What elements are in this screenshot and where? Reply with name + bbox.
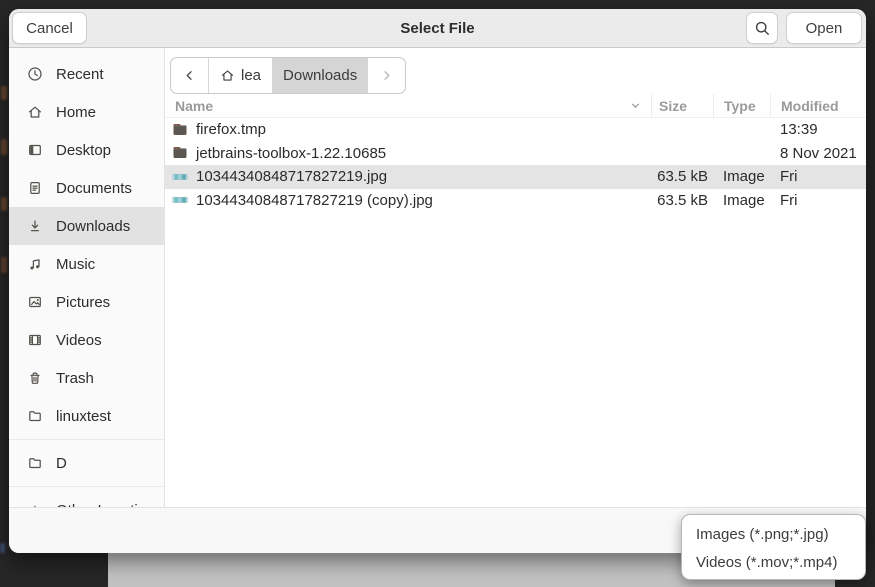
sidebar-item-music[interactable]: Music	[9, 245, 164, 283]
home-icon	[27, 104, 43, 120]
file-row-10344340848717827219-jpg[interactable]: 10344340848717827219.jpg 63.5 kB Image F…	[165, 165, 866, 189]
file-list: firefox.tmp 13:39 jetbrains-toolbox-1.22…	[165, 118, 866, 507]
dialog-title: Select File	[129, 20, 746, 37]
cancel-button[interactable]: Cancel	[12, 12, 87, 44]
music-note-icon	[27, 256, 43, 272]
document-icon	[27, 180, 43, 196]
sidebar-item-desktop[interactable]: Desktop	[9, 131, 164, 169]
sidebar-item-home[interactable]: Home	[9, 93, 164, 131]
filter-option-videos-mov-mp4[interactable]: Videos (*.mov;*.mp4)	[682, 548, 865, 576]
file-browser-pane: lea Downloads	[165, 48, 866, 507]
picture-icon	[27, 294, 43, 310]
file-name: 10344340848717827219.jpg	[196, 168, 387, 185]
sidebar-item-label: linuxtest	[56, 408, 111, 425]
headerbar: Cancel Select File Open	[9, 9, 866, 48]
file-modified: Fri	[770, 192, 866, 209]
column-label: Name	[175, 98, 213, 114]
download-icon	[27, 218, 43, 234]
breadcrumb: lea Downloads	[170, 57, 406, 94]
list-column-headers: Name Size Type Modified	[165, 94, 866, 118]
file-name: jetbrains-toolbox-1.22.10685	[196, 145, 386, 162]
open-button[interactable]: Open	[786, 12, 862, 44]
file-modified: 13:39	[770, 121, 866, 138]
breadcrumb-segment-downloads[interactable]: Downloads	[272, 58, 367, 93]
chevron-right-icon	[379, 68, 394, 83]
trash-icon	[27, 370, 43, 386]
file-row-jetbrains-toolbox-1-22-10685[interactable]: jetbrains-toolbox-1.22.10685 8 Nov 2021	[165, 142, 866, 166]
sidebar-item-linuxtest[interactable]: linuxtest	[9, 397, 164, 435]
sidebar-item-other-locations[interactable]: Other Locations	[9, 491, 164, 507]
folder-icon	[172, 122, 188, 138]
file-type: Image	[713, 192, 770, 209]
home-icon	[220, 68, 235, 83]
folder-outline-icon	[27, 455, 43, 471]
dialog-body: Recent Home Desktop Documents	[9, 48, 866, 507]
sidebar-item-label: Desktop	[56, 142, 111, 159]
breadcrumb-label: lea	[241, 67, 261, 84]
background-artifact	[1, 197, 7, 211]
background-artifact	[1, 139, 7, 155]
screen: Cancel Select File Open Recent	[0, 0, 875, 587]
chevron-down-icon	[629, 99, 642, 112]
folder-outline-icon	[27, 408, 43, 424]
pathbar-row: lea Downloads	[165, 48, 866, 94]
file-name-cell: 10344340848717827219.jpg	[165, 168, 651, 185]
image-icon	[172, 169, 188, 185]
sidebar-item-label: Videos	[56, 332, 102, 349]
search-button[interactable]	[746, 12, 778, 44]
forward-button[interactable]	[367, 58, 405, 93]
sidebar-item-label: Trash	[56, 370, 94, 387]
sidebar-item-d[interactable]: D	[9, 444, 164, 482]
file-row-10344340848717827219-copy-jpg[interactable]: 10344340848717827219 (copy).jpg 63.5 kB …	[165, 189, 866, 213]
folder-icon	[172, 145, 188, 161]
sidebar-item-label: Music	[56, 256, 95, 273]
filter-option-images-png-jpg[interactable]: Images (*.png;*.jpg)	[682, 520, 865, 548]
sidebar-item-label: Home	[56, 104, 96, 121]
sidebar-item-label: Pictures	[56, 294, 110, 311]
background-artifact	[1, 257, 7, 273]
column-header-name[interactable]: Name	[165, 94, 651, 117]
breadcrumb-segment-home[interactable]: lea	[208, 58, 272, 93]
file-modified: 8 Nov 2021	[770, 145, 866, 162]
file-modified: Fri	[770, 168, 866, 185]
clock-icon	[27, 66, 43, 82]
background-artifact	[0, 543, 5, 553]
sidebar-item-label: Downloads	[56, 218, 130, 235]
filter-option-label: Videos (*.mov;*.mp4)	[696, 554, 837, 571]
desktop-icon	[27, 142, 43, 158]
column-header-modified[interactable]: Modified	[770, 94, 866, 117]
file-size: 63.5 kB	[651, 192, 713, 209]
sidebar-item-label: Recent	[56, 66, 104, 83]
breadcrumb-label: Downloads	[283, 67, 357, 84]
file-name: 10344340848717827219 (copy).jpg	[196, 192, 433, 209]
film-icon	[27, 332, 43, 348]
sidebar-item-videos[interactable]: Videos	[9, 321, 164, 359]
sidebar-item-documents[interactable]: Documents	[9, 169, 164, 207]
image-icon	[172, 192, 188, 208]
sidebar-item-trash[interactable]: Trash	[9, 359, 164, 397]
file-filter-popover: Images (*.png;*.jpg) Videos (*.mov;*.mp4…	[681, 514, 866, 580]
sidebar-item-label: Documents	[56, 180, 132, 197]
file-name-cell: jetbrains-toolbox-1.22.10685	[165, 145, 651, 162]
file-name: firefox.tmp	[196, 121, 266, 138]
column-header-type[interactable]: Type	[713, 94, 770, 117]
background-artifact	[1, 86, 7, 100]
file-name-cell: 10344340848717827219 (copy).jpg	[165, 192, 651, 209]
column-header-size[interactable]: Size	[651, 94, 713, 117]
sidebar-item-label: D	[56, 455, 67, 472]
sidebar-item-downloads[interactable]: Downloads	[9, 207, 164, 245]
magnifier-icon	[754, 20, 771, 37]
file-size: 63.5 kB	[651, 168, 713, 185]
chevron-left-icon	[182, 68, 197, 83]
file-chooser-dialog: Cancel Select File Open Recent	[9, 9, 866, 553]
sidebar-item-recent[interactable]: Recent	[9, 55, 164, 93]
places-sidebar: Recent Home Desktop Documents	[9, 48, 165, 507]
back-button[interactable]	[171, 58, 208, 93]
file-row-firefox-tmp[interactable]: firefox.tmp 13:39	[165, 118, 866, 142]
file-name-cell: firefox.tmp	[165, 121, 651, 138]
file-type: Image	[713, 168, 770, 185]
sidebar-item-pictures[interactable]: Pictures	[9, 283, 164, 321]
filter-option-label: Images (*.png;*.jpg)	[696, 526, 829, 543]
